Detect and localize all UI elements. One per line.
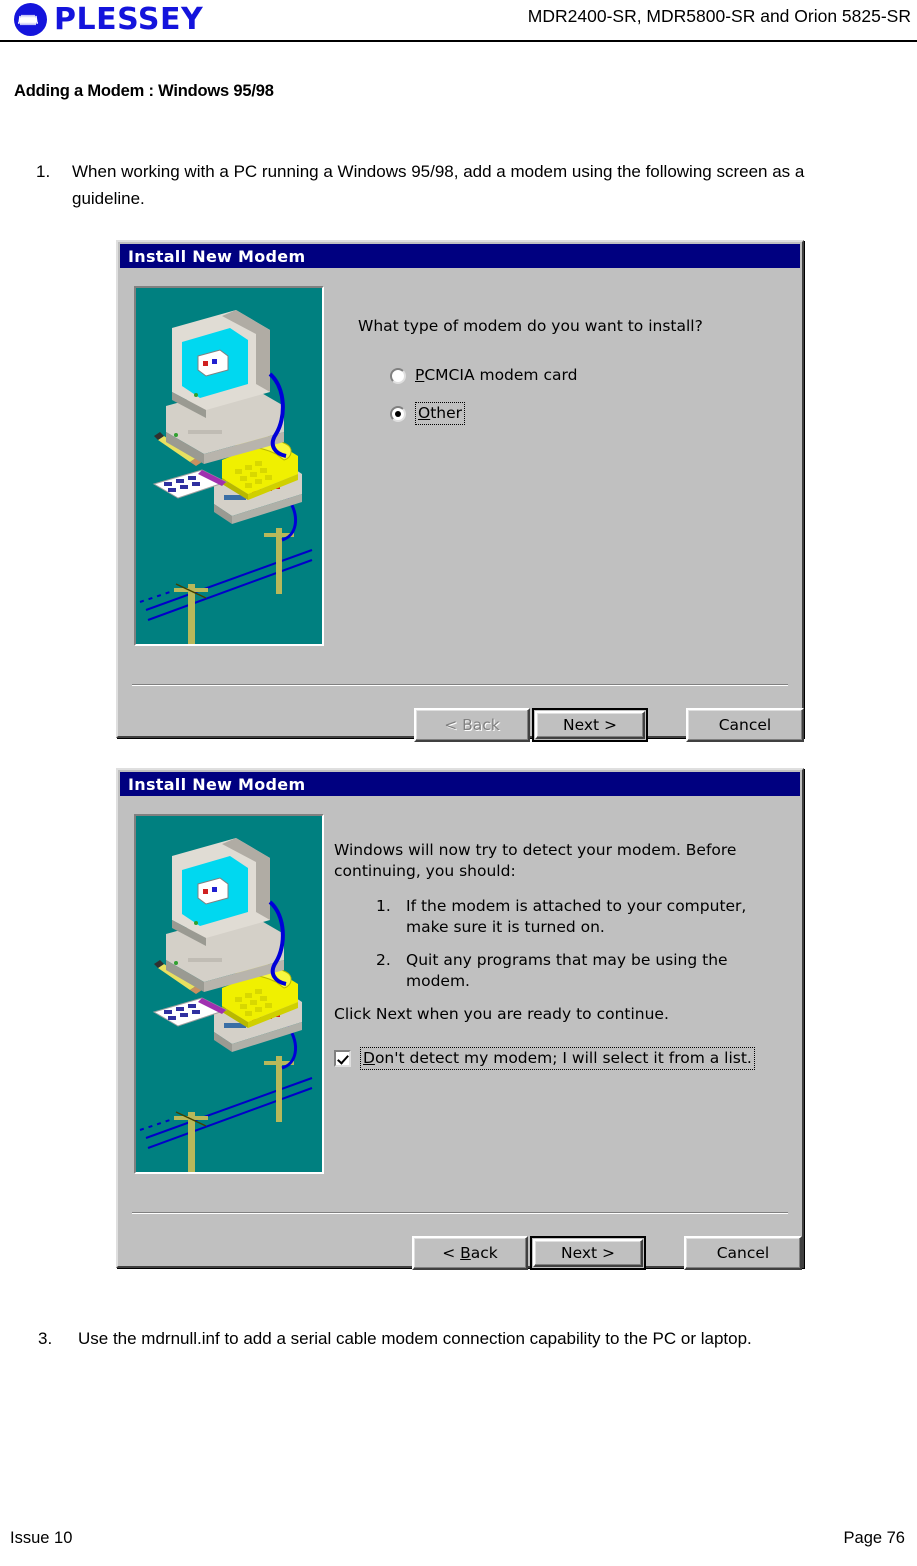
plessey-logo-text: PLESSEY [54,1,204,37]
section-heading: Adding a Modem : Windows 95/98 [14,82,274,100]
substep-number: 1. [376,897,391,915]
dialog-separator [132,1212,788,1214]
install-new-modem-dialog-1[interactable]: Install New Modem What type of modem do … [116,240,804,742]
next-button-label: Next > [562,716,618,734]
dialog-titlebar: Install New Modem [120,772,800,796]
plessey-logo: PLESSEY [14,3,203,36]
dialog2-intro: Windows will now try to detect your mode… [334,841,737,880]
radio-option-other[interactable]: Other [390,402,778,425]
next-button[interactable]: Next > [533,1239,643,1267]
cancel-button[interactable]: Cancel [684,1236,802,1270]
modem-telephone-pc-illustration [134,286,324,646]
checkbox-accel-char: D [363,1049,375,1067]
step-text: Use the mdrnull.inf to add a serial cabl… [78,1329,752,1348]
back-button[interactable]: < Back [414,708,530,742]
document-header-title: MDR2400-SR, MDR5800-SR and Orion 5825-SR [527,6,911,26]
back-button-label: < Back [444,716,500,734]
checkbox-icon[interactable] [334,1050,351,1067]
cancel-button-label: Cancel [716,1244,770,1262]
dialog2-content: Windows will now try to detect your mode… [334,840,778,1070]
install-new-modem-dialog-2[interactable]: Install New Modem Windows will now try t… [116,768,804,1270]
back-button[interactable]: < Back [412,1236,528,1270]
cancel-button-label: Cancel [718,716,772,734]
next-button[interactable]: Next > [535,711,645,739]
footer-issue: Issue 10 [10,1529,73,1547]
radio-accel-char: P [415,366,425,384]
substep-item: 1. If the modem is attached to your comp… [376,896,766,938]
radio-icon[interactable] [390,367,406,384]
step-number: 3. [38,1329,53,1348]
substep-text: If the modem is attached to your compute… [406,897,747,936]
substep-item: 2. Quit any programs that may be using t… [376,950,766,992]
next-button-default-frame: Next > [530,1236,646,1270]
dialog1-button-row: < Back Next > Cancel [414,708,804,742]
header-divider [0,40,917,42]
checkbox-label: Don't detect my modem; I will select it … [360,1047,755,1070]
page-header: PLESSEY MDR2400-SR, MDR5800-SR and Orion… [0,0,917,44]
next-button-default-frame: Next > [532,708,648,742]
step-number: 1. [36,162,51,181]
dialog1-content: What type of modem do you want to instal… [358,316,778,441]
radio-label: PCMCIA modem card [415,366,578,384]
dialog-separator [132,684,788,686]
dialog2-button-row: < Back Next > Cancel [412,1236,802,1270]
dialog-titlebar: Install New Modem [120,244,800,268]
dialog1-prompt: What type of modem do you want to instal… [358,317,703,335]
radio-label: Other [415,402,466,425]
plessey-waveform-circle-icon [14,3,47,36]
step-text: When working with a PC running a Windows… [72,162,805,208]
back-button-label: < Back [442,1244,498,1262]
radio-accel-char: O [418,404,431,422]
step-item-3: 3. Use the mdrnull.inf to add a serial c… [38,1325,898,1352]
substep-number: 2. [376,951,391,969]
substep-text: Quit any programs that may be using the … [406,951,728,990]
modem-telephone-pc-illustration [134,814,324,1174]
next-button-label: Next > [560,1244,616,1262]
back-accel-char: B [460,1244,471,1262]
radio-icon[interactable] [390,405,406,422]
footer-page-number: Page 76 [843,1529,905,1547]
radio-option-pcmcia[interactable]: PCMCIA modem card [390,365,778,386]
dialog2-outro: Click Next when you are ready to continu… [334,1005,669,1023]
step-item-1: 1. When working with a PC running a Wind… [36,158,836,212]
dont-detect-modem-checkbox-row[interactable]: Don't detect my modem; I will select it … [334,1047,778,1070]
cancel-button[interactable]: Cancel [686,708,804,742]
dialog2-substep-list: 1. If the modem is attached to your comp… [376,896,766,992]
